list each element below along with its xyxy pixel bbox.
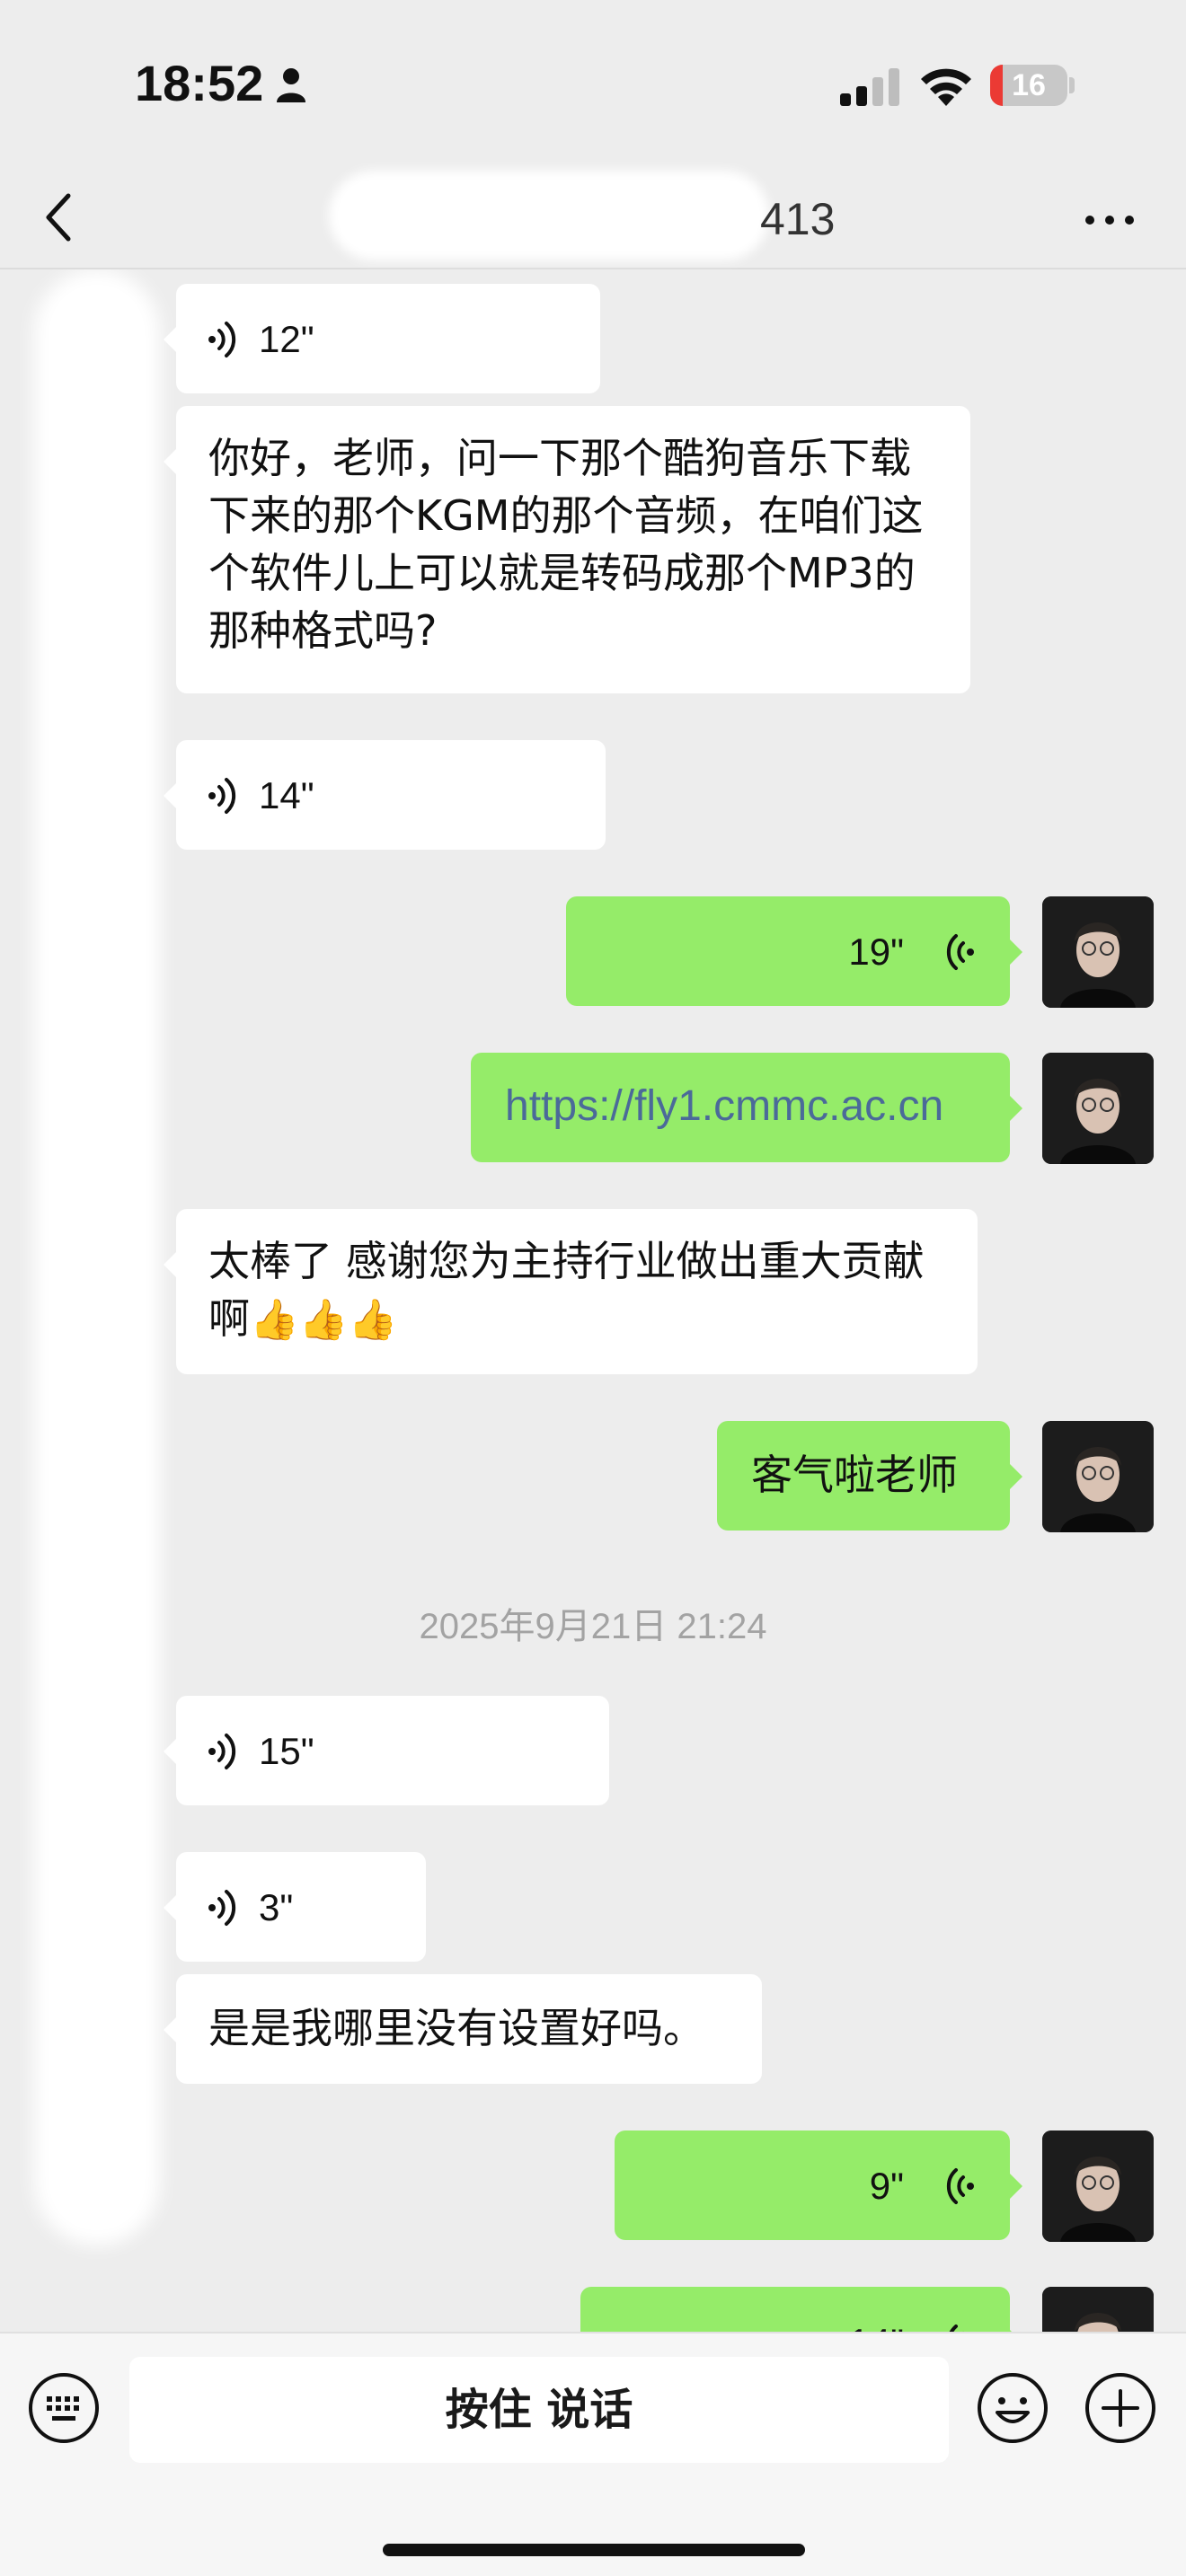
text-message-outgoing[interactable]: 客气啦老师 bbox=[717, 1421, 1022, 1531]
voice-message-incoming[interactable]: 12" bbox=[164, 284, 600, 393]
more-dots-icon[interactable] bbox=[1078, 189, 1141, 251]
voice-message-incoming[interactable]: 15" bbox=[164, 1696, 609, 1805]
voice-message-outgoing[interactable]: 19" bbox=[566, 896, 1022, 1006]
message-text-wrap: 太棒了 感谢您为主持行业做出重大贡献啊👍👍👍 bbox=[208, 1232, 951, 1349]
chat-title: 413 bbox=[760, 194, 836, 244]
status-bar: 18:52 16 bbox=[0, 0, 1186, 171]
voice-wave-icon bbox=[946, 2168, 974, 2204]
avatar-portrait bbox=[1042, 2130, 1154, 2242]
my-avatar[interactable] bbox=[1042, 2287, 1154, 2332]
voice-wave-icon bbox=[208, 1734, 236, 1769]
text-message-incoming[interactable]: 是是我哪里没有设置好吗。 bbox=[164, 1974, 762, 2084]
message-text: 客气啦老师 bbox=[751, 1451, 958, 1499]
message-text: 你好，老师，问一下那个酷狗音乐下载下来的那个KGM的那个音频，在咱们这个软件儿上… bbox=[208, 434, 924, 655]
input-bar: 按住 说话 bbox=[0, 2332, 1186, 2576]
text-message-incoming[interactable]: 你好，老师，问一下那个酷狗音乐下载下来的那个KGM的那个音频，在咱们这个软件儿上… bbox=[164, 406, 970, 693]
my-avatar[interactable] bbox=[1042, 2130, 1154, 2242]
my-avatar[interactable] bbox=[1042, 1053, 1154, 1164]
battery-percentage: 16 bbox=[1012, 68, 1046, 102]
voice-duration: 14" bbox=[848, 2314, 904, 2332]
keyboard-icon[interactable] bbox=[27, 2371, 101, 2445]
voice-wave-icon bbox=[949, 2325, 958, 2332]
cellular-signal-icon bbox=[840, 68, 899, 106]
back-chevron-icon[interactable] bbox=[36, 181, 90, 253]
voice-duration: 9" bbox=[869, 2165, 904, 2207]
voice-message-incoming[interactable]: 3" bbox=[164, 1852, 426, 1962]
voice-duration: 19" bbox=[848, 931, 904, 973]
status-time: 18:52 bbox=[135, 55, 264, 111]
chat-timestamp: 2025年9月21日 21:24 bbox=[419, 1607, 767, 1646]
voice-duration: 15" bbox=[259, 1730, 314, 1772]
voice-duration: 14" bbox=[259, 774, 314, 816]
voice-duration: 12" bbox=[259, 318, 314, 360]
avatar-portrait bbox=[1042, 2287, 1154, 2332]
voice-duration: 3" bbox=[259, 1886, 294, 1928]
redacted-contact-avatars bbox=[34, 269, 160, 2245]
avatar-portrait bbox=[1042, 1421, 1154, 1532]
voice-message-outgoing[interactable]: 9" bbox=[615, 2130, 1022, 2240]
voice-wave-icon bbox=[208, 1890, 236, 1926]
avatar-portrait bbox=[1042, 896, 1154, 1008]
person-icon bbox=[277, 68, 305, 102]
link-message-outgoing[interactable]: https://fly1.cmmc.ac.cn bbox=[471, 1053, 1022, 1162]
redacted-contact-name bbox=[329, 171, 769, 260]
avatar-portrait bbox=[1042, 1053, 1154, 1164]
voice-wave-icon bbox=[946, 934, 974, 970]
my-avatar[interactable] bbox=[1042, 896, 1154, 1008]
voice-message-incoming[interactable]: 14" bbox=[164, 740, 606, 850]
my-avatar[interactable] bbox=[1042, 1421, 1154, 1532]
hold-to-talk-button[interactable]: 按住 说话 bbox=[129, 2357, 949, 2463]
wifi-icon bbox=[921, 68, 971, 106]
home-indicator[interactable] bbox=[383, 2544, 805, 2556]
voice-wave-icon bbox=[208, 778, 236, 814]
plus-icon[interactable] bbox=[1084, 2371, 1157, 2445]
message-text: 是是我哪里没有设置好吗。 bbox=[208, 2004, 704, 2052]
emoji-icon[interactable] bbox=[976, 2371, 1049, 2445]
voice-message-outgoing[interactable]: 14" bbox=[580, 2287, 1022, 2332]
thumbs-up-emoji: 👍👍👍 bbox=[250, 1297, 398, 1343]
text-message-incoming[interactable]: 太棒了 感谢您为主持行业做出重大贡献啊👍👍👍 bbox=[164, 1209, 978, 1374]
message-list[interactable]: 12" 你好，老师，问一下那个酷狗音乐下载下来的那个KGM的那个音频，在咱们这个… bbox=[0, 269, 1186, 2332]
message-link[interactable]: https://fly1.cmmc.ac.cn bbox=[505, 1078, 983, 1135]
chat-header: 413 bbox=[0, 171, 1186, 269]
voice-wave-icon bbox=[208, 322, 236, 357]
battery-icon: 16 bbox=[990, 65, 1075, 106]
